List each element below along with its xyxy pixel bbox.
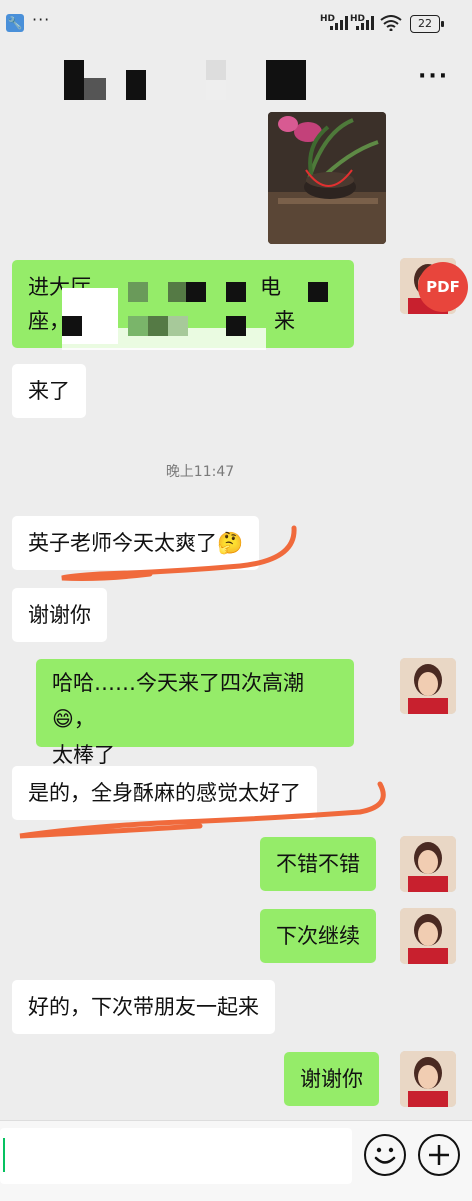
more-functions-button[interactable] xyxy=(418,1134,460,1176)
text-caret xyxy=(3,1138,5,1172)
emoji-button[interactable] xyxy=(364,1134,406,1176)
annotation-strokes xyxy=(19,525,386,839)
plus-icon xyxy=(429,1145,449,1165)
message-input[interactable] xyxy=(0,1128,352,1184)
smiley-icon xyxy=(374,1147,396,1164)
